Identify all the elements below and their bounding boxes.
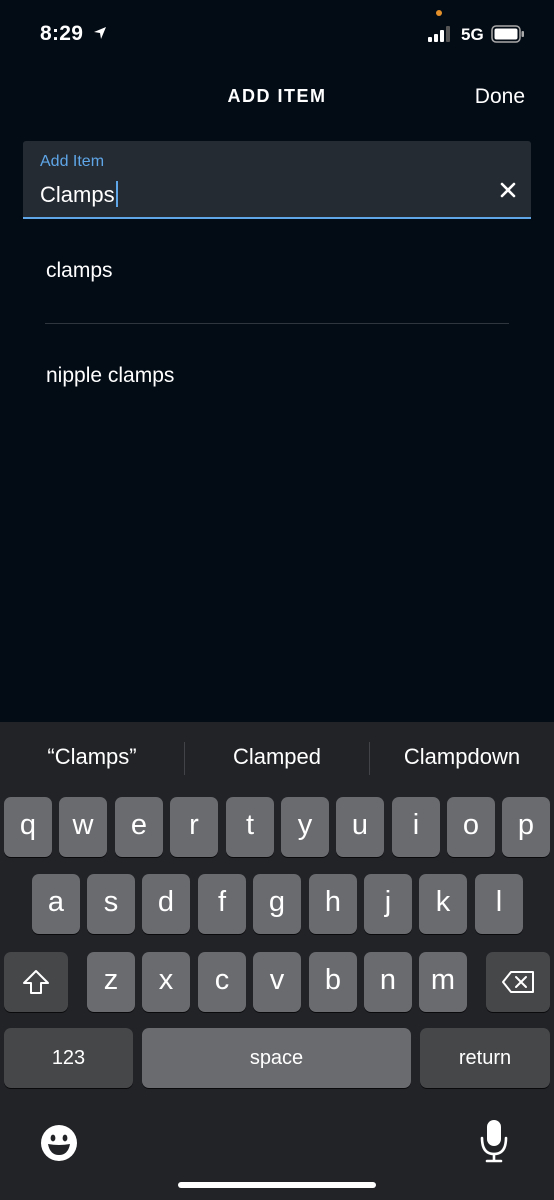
- key[interactable]: h: [309, 874, 357, 934]
- key[interactable]: t: [226, 797, 274, 857]
- home-indicator: [178, 1182, 376, 1188]
- text-caret: [115, 181, 118, 207]
- key[interactable]: v: [253, 952, 301, 1012]
- location-arrow-icon: [94, 27, 106, 39]
- suggestion-item[interactable]: nipple clamps: [46, 364, 174, 388]
- emoji-icon[interactable]: [40, 1124, 78, 1162]
- add-item-label: Add Item: [40, 153, 105, 170]
- key[interactable]: p: [502, 797, 550, 857]
- numbers-key[interactable]: 123: [4, 1028, 133, 1088]
- suggestion-item[interactable]: clamps: [46, 259, 113, 283]
- page-title: ADD ITEM: [227, 86, 327, 106]
- key[interactable]: g: [253, 874, 301, 934]
- backspace-icon: [502, 971, 534, 993]
- key[interactable]: a: [32, 874, 80, 934]
- done-button[interactable]: Done: [475, 85, 525, 109]
- key[interactable]: b: [309, 952, 357, 1012]
- delete-key[interactable]: [486, 952, 550, 1012]
- key[interactable]: q: [4, 797, 52, 857]
- key[interactable]: s: [87, 874, 135, 934]
- key[interactable]: z: [87, 952, 135, 1012]
- add-item-value: Clamps: [40, 182, 115, 207]
- keyboard: “Clamps” Clamped Clampdown q w e r t y u…: [0, 722, 554, 1200]
- key[interactable]: e: [115, 797, 163, 857]
- key[interactable]: y: [281, 797, 329, 857]
- key[interactable]: l: [475, 874, 523, 934]
- clear-icon[interactable]: [499, 181, 517, 199]
- key[interactable]: n: [364, 952, 412, 1012]
- shift-icon: [23, 970, 49, 994]
- add-item-field[interactable]: Add Item Clamps: [23, 141, 531, 219]
- shift-key[interactable]: [4, 952, 68, 1012]
- add-item-input[interactable]: Clamps: [40, 181, 118, 208]
- key[interactable]: i: [392, 797, 440, 857]
- key[interactable]: o: [447, 797, 495, 857]
- predictive-bar: “Clamps” Clamped Clampdown: [0, 722, 554, 796]
- key[interactable]: j: [364, 874, 412, 934]
- suggestion-divider: [45, 323, 509, 324]
- network-type: 5G: [461, 25, 484, 44]
- key[interactable]: k: [419, 874, 467, 934]
- key[interactable]: w: [59, 797, 107, 857]
- space-key[interactable]: space: [142, 1028, 411, 1088]
- key[interactable]: d: [142, 874, 190, 934]
- key[interactable]: x: [142, 952, 190, 1012]
- privacy-indicator-dot: [436, 10, 442, 16]
- key[interactable]: r: [170, 797, 218, 857]
- key[interactable]: u: [336, 797, 384, 857]
- prediction-item[interactable]: Clampdown: [370, 744, 554, 770]
- prediction-item[interactable]: Clamped: [185, 744, 369, 770]
- status-time: 8:29: [40, 22, 84, 45]
- return-key[interactable]: return: [420, 1028, 550, 1088]
- key[interactable]: m: [419, 952, 467, 1012]
- cellular-signal-icon: [428, 26, 450, 42]
- prediction-item[interactable]: “Clamps”: [0, 744, 184, 770]
- key[interactable]: c: [198, 952, 246, 1012]
- battery-icon: [491, 25, 524, 43]
- status-bar: 8:29 5G: [0, 0, 554, 70]
- microphone-icon[interactable]: [479, 1118, 509, 1164]
- key[interactable]: f: [198, 874, 246, 934]
